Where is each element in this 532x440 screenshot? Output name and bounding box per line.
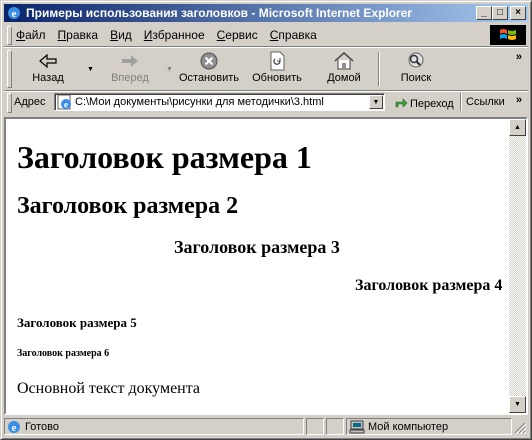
heading-1: Заголовок размера 1	[17, 139, 312, 175]
maximize-button[interactable]: □	[492, 6, 508, 20]
page-icon: e	[57, 94, 73, 113]
back-button[interactable]: Назад	[18, 50, 78, 88]
scroll-down-icon[interactable]: ▼	[509, 396, 526, 413]
forward-arrow-icon	[119, 50, 141, 72]
home-button[interactable]: Домой	[320, 50, 368, 88]
browser-window: e Примеры использования заголовков - Mic…	[0, 0, 532, 440]
vertical-scrollbar[interactable]: ▲ ▼	[509, 119, 526, 413]
address-label: Адрес	[14, 96, 46, 108]
address-bar: Адрес e C:\Мои документы\рисунки для мет…	[4, 92, 528, 114]
status-panel-progress	[306, 418, 324, 435]
status-panel-main: e Готово	[4, 418, 304, 435]
close-button[interactable]: ×	[510, 6, 526, 20]
address-dropdown-icon[interactable]: ▼	[369, 95, 383, 109]
title-bar[interactable]: e Примеры использования заголовков - Mic…	[4, 4, 528, 22]
status-panel-zone: Мой компьютер	[346, 418, 512, 435]
menu-tools[interactable]: Сервис	[217, 28, 258, 42]
ie-icon: e	[6, 5, 22, 21]
scroll-up-icon[interactable]: ▲	[509, 119, 526, 136]
windows-logo-icon	[490, 25, 526, 45]
toolbar-separator	[378, 52, 380, 86]
window-title: Примеры использования заголовков - Micro…	[26, 6, 413, 20]
stop-icon	[199, 50, 219, 72]
menu-file[interactable]: Файл	[16, 28, 46, 42]
links-more-chevron[interactable]: »	[516, 94, 522, 106]
heading-6: Заголовок размера 6	[17, 348, 110, 359]
svg-text:e: e	[12, 8, 17, 20]
zone-text: Мой компьютер	[368, 420, 449, 433]
menu-view[interactable]: Вид	[110, 28, 132, 42]
svg-text:e: e	[64, 100, 68, 110]
status-panel-lock	[326, 418, 344, 435]
heading-5: Заголовок размера 5	[17, 315, 137, 330]
menu-bar: Файл Правка Вид Избранное Сервис Справка	[4, 24, 528, 47]
status-bar: e Готово Мой компьютер	[4, 417, 528, 437]
menu-favorites[interactable]: Избранное	[144, 28, 205, 42]
menu-grip[interactable]	[7, 26, 12, 45]
search-icon	[405, 50, 427, 72]
search-button[interactable]: Поиск	[392, 50, 440, 88]
heading-3: Заголовок размера 3	[174, 237, 340, 257]
heading-4: Заголовок размера 4	[355, 277, 503, 294]
home-icon	[333, 50, 355, 72]
resize-grip-icon[interactable]	[514, 422, 527, 437]
stop-button[interactable]: Остановить	[175, 50, 243, 88]
go-button[interactable]: Переход	[394, 95, 454, 112]
links-button[interactable]: Ссылки	[466, 96, 505, 108]
page-viewport: Заголовок размера 1 Заголовок размера 2 …	[4, 117, 528, 415]
links-separator	[460, 93, 462, 111]
refresh-button[interactable]: Обновить	[248, 50, 306, 88]
refresh-icon	[268, 50, 286, 72]
my-computer-icon	[349, 420, 365, 434]
status-ie-icon: e	[7, 420, 21, 434]
page-content: Заголовок размера 1 Заголовок размера 2 …	[6, 119, 509, 413]
menu-help[interactable]: Справка	[270, 28, 317, 42]
address-input[interactable]: e C:\Мои документы\рисунки для методички…	[54, 93, 385, 111]
status-text: Готово	[25, 420, 59, 433]
go-arrow-icon	[394, 95, 408, 112]
toolbar-grip[interactable]	[7, 50, 12, 88]
forward-button[interactable]: Вперед	[100, 50, 160, 88]
minimize-button[interactable]: _	[476, 6, 492, 20]
back-dropdown-icon[interactable]: ▼	[87, 66, 94, 73]
toolbar-more-chevron[interactable]: »	[516, 51, 522, 63]
body-text: Основной текст документа	[17, 380, 201, 397]
standard-toolbar: Назад ▼ Вперед ▼ Остановить Обновить Дом…	[4, 48, 528, 91]
heading-2: Заголовок размера 2	[17, 193, 239, 219]
address-grip[interactable]	[7, 93, 12, 113]
forward-dropdown-icon[interactable]: ▼	[166, 66, 173, 73]
back-arrow-icon	[37, 50, 59, 72]
menu-edit[interactable]: Правка	[58, 28, 99, 42]
address-value: C:\Мои документы\рисунки для методички\3…	[75, 96, 324, 108]
svg-text:e: e	[12, 422, 17, 434]
